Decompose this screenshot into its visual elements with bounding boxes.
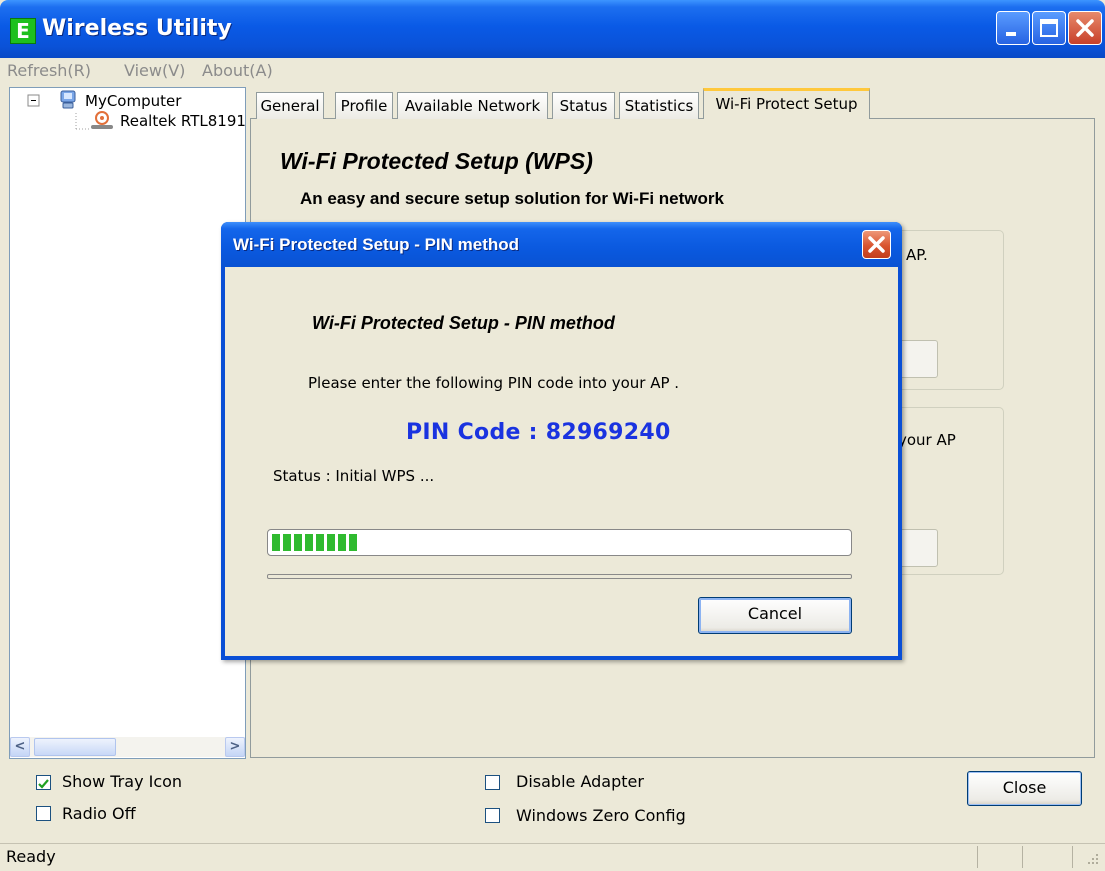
app-icon: E	[10, 18, 36, 44]
tab-status[interactable]: Status	[552, 92, 615, 119]
radio-off-checkbox[interactable]	[36, 806, 51, 821]
dialog-close-button[interactable]	[862, 230, 891, 259]
status-divider	[1072, 846, 1073, 868]
wps-title: Wi-Fi Protected Setup (WPS)	[280, 148, 593, 174]
scroll-thumb[interactable]	[34, 738, 116, 756]
wps-subtitle: An easy and secure setup solution for Wi…	[300, 189, 724, 208]
wireless-adapter-icon	[91, 111, 113, 129]
wps-progress-bar	[267, 529, 852, 556]
close-icon	[868, 236, 885, 253]
disable-adapter-label: Disable Adapter	[516, 772, 644, 791]
maximize-button[interactable]	[1032, 11, 1066, 45]
show-tray-icon-label: Show Tray Icon	[62, 772, 183, 791]
pin-instruction-fragment: AP.	[906, 246, 928, 264]
progress-fill	[272, 534, 357, 551]
tree-item-adapter[interactable]: Realtek RTL8191	[120, 112, 246, 130]
scroll-left-icon[interactable]: <	[10, 737, 30, 757]
tree-lines	[27, 94, 91, 130]
menu-about[interactable]: About(A)	[202, 58, 273, 84]
maximize-icon	[1040, 19, 1058, 37]
tab-wifi-protect-setup[interactable]: Wi-Fi Protect Setup	[703, 88, 870, 119]
dialog-message: Please enter the following PIN code into…	[308, 374, 680, 392]
show-tray-icon-checkbox[interactable]	[36, 775, 51, 790]
minimize-button[interactable]	[996, 11, 1030, 45]
minimize-icon	[1006, 32, 1016, 36]
cancel-button[interactable]: Cancel	[698, 597, 852, 634]
dialog-separator	[267, 574, 852, 579]
dialog-heading: Wi-Fi Protected Setup - PIN method	[312, 313, 615, 333]
disable-adapter-checkbox[interactable]	[485, 775, 500, 790]
menu-refresh[interactable]: Refresh(R)	[7, 58, 91, 84]
radio-off-label: Radio Off	[62, 804, 136, 823]
tree-item-mycomputer[interactable]: MyComputer	[85, 92, 181, 110]
checkmark-icon	[38, 779, 49, 789]
close-icon	[1076, 19, 1094, 37]
scroll-right-icon[interactable]: >	[225, 737, 245, 757]
tab-profile[interactable]: Profile	[335, 92, 393, 119]
status-divider	[1022, 846, 1023, 868]
menu-view[interactable]: View(V)	[124, 58, 185, 84]
windows-zero-config-label: Windows Zero Config	[516, 806, 686, 825]
status-bar	[0, 843, 1105, 871]
status-divider	[977, 846, 978, 868]
tab-statistics[interactable]: Statistics	[619, 92, 699, 119]
window-close-button[interactable]	[1068, 11, 1102, 45]
resize-grip-icon[interactable]	[1085, 851, 1101, 867]
tab-available-network[interactable]: Available Network	[397, 92, 548, 119]
pbc-button-edge[interactable]	[898, 529, 938, 567]
wps-status: Status : Initial WPS ...	[273, 467, 435, 485]
window-title: Wireless Utility	[42, 16, 232, 41]
tree-scrollbar[interactable]: < >	[10, 737, 245, 757]
computer-icon	[60, 90, 76, 109]
menu-bar: Refresh(R) View(V) About(A)	[0, 58, 1105, 84]
windows-zero-config-checkbox[interactable]	[485, 808, 500, 823]
dialog-title: Wi-Fi Protected Setup - PIN method	[233, 235, 520, 254]
status-text: Ready	[6, 847, 56, 866]
tab-general[interactable]: General	[256, 92, 324, 119]
close-button[interactable]: Close	[967, 771, 1082, 806]
pin-code: PIN Code : 82969240	[406, 420, 671, 445]
pbc-instruction-fragment: your AP	[898, 431, 956, 449]
pin-button-edge[interactable]	[898, 340, 938, 378]
